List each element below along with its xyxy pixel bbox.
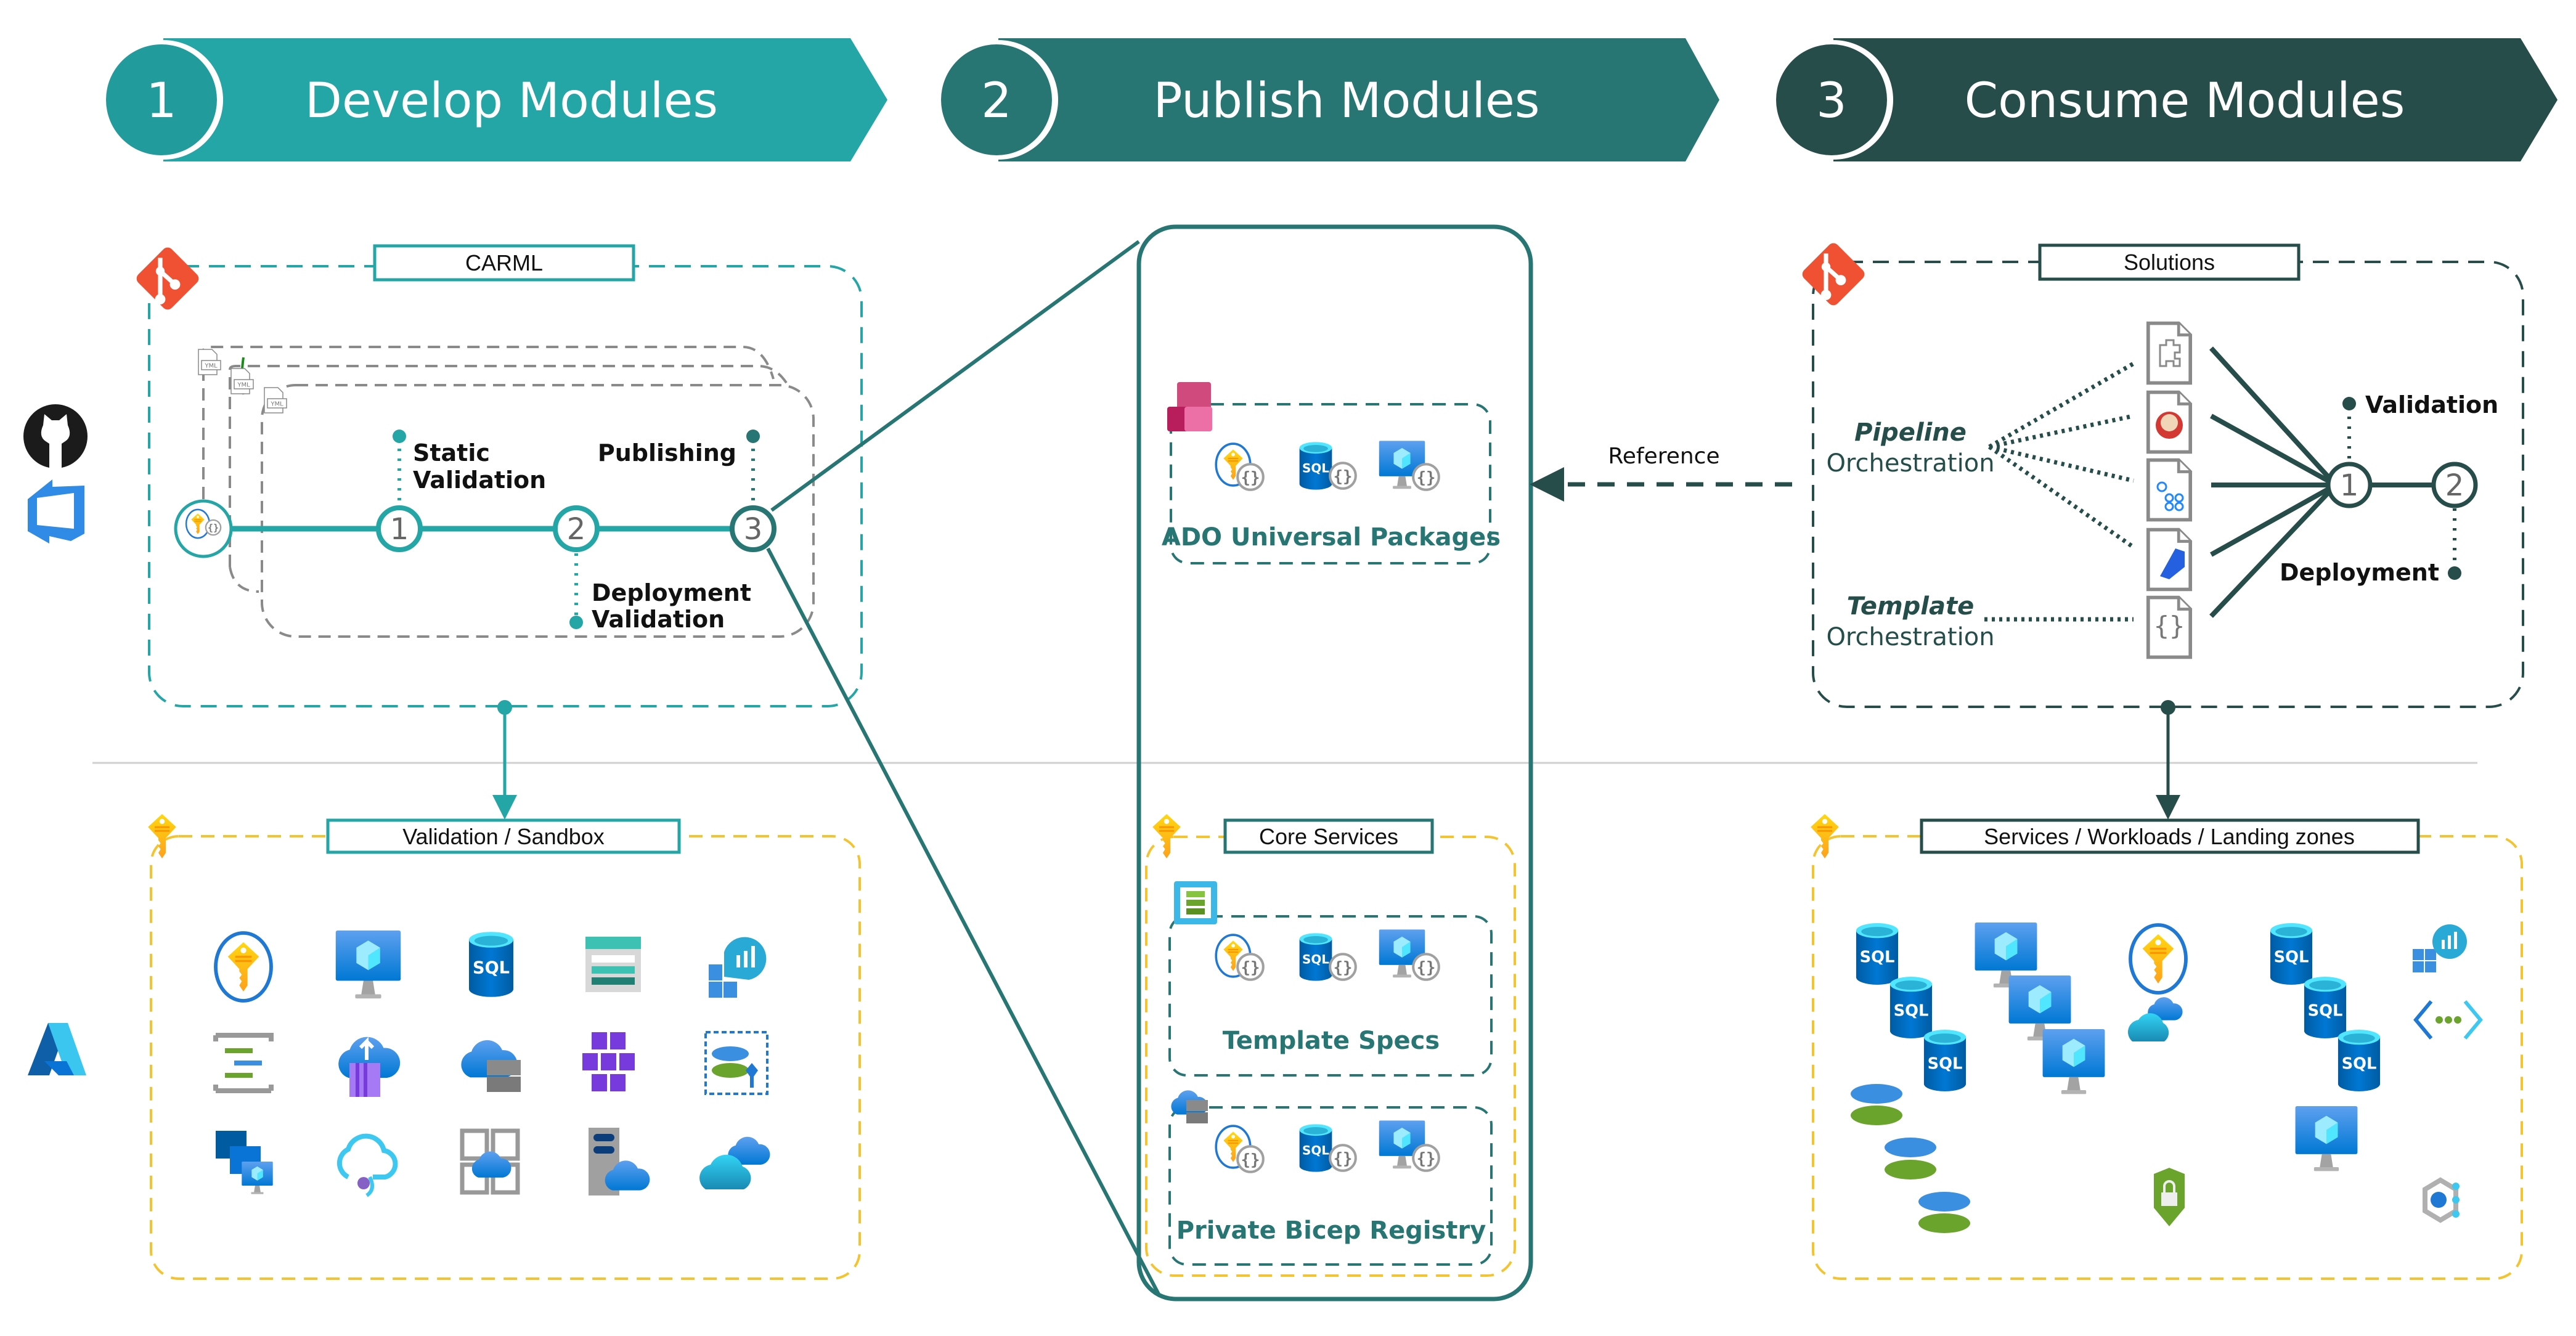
container-registry-icon xyxy=(1171,1090,1208,1123)
storage-account-icon xyxy=(585,937,641,992)
sql-database-group-1 xyxy=(1856,923,1967,1091)
event-hub-icon xyxy=(213,1033,274,1093)
sandbox-icon-grid xyxy=(203,924,820,1220)
bicep-registry-module-icons xyxy=(1216,1120,1440,1173)
vm-group xyxy=(1975,923,2105,1094)
pipeline-card-front xyxy=(261,384,815,638)
ado-module-icons xyxy=(1216,441,1440,491)
solution-to-validation-lines xyxy=(2209,346,2338,618)
sql-database-group-2 xyxy=(2270,923,2381,1091)
sandbox-title-box xyxy=(326,818,681,854)
banner-develop xyxy=(104,38,887,161)
yml-file-icon xyxy=(230,368,254,394)
disk-group xyxy=(1851,1084,1970,1233)
git-icon xyxy=(134,245,202,312)
core-services-title-box xyxy=(1223,818,1434,854)
key-vault-icon xyxy=(2130,925,2186,993)
container-instance-icon xyxy=(461,1040,521,1092)
log-analytics-icon xyxy=(709,937,767,998)
app-insights-icon xyxy=(2423,1177,2460,1223)
key-vault-icon xyxy=(206,927,280,1004)
yml-file-icon xyxy=(198,349,221,375)
cloud-sync-icon xyxy=(2127,997,2183,1041)
consume-step-1 xyxy=(2326,462,2373,508)
template-spec-icon xyxy=(1174,881,1217,924)
solutions-title-box xyxy=(2038,243,2301,281)
security-shield-icon xyxy=(2154,1168,2185,1226)
api-connection-icon xyxy=(336,1133,398,1197)
github-icon xyxy=(23,404,88,468)
virtual-machine-icon xyxy=(335,931,401,999)
azure-devops-icon xyxy=(28,479,84,544)
container-registry-icon xyxy=(338,1037,401,1097)
kubernetes-icon xyxy=(582,1032,635,1091)
vm-scale-set-icon xyxy=(216,1131,273,1194)
svg-text:{}: {} xyxy=(2154,611,2185,641)
workloads-title-box xyxy=(1920,818,2420,854)
app-service-plan-icon xyxy=(460,1128,520,1195)
publish-connector-bottom xyxy=(766,547,1160,1295)
carml-title-box xyxy=(373,244,635,282)
banner-publish xyxy=(939,38,1719,161)
azure-icon xyxy=(28,1023,86,1075)
git-icon xyxy=(1800,241,1867,308)
sql-database-icon xyxy=(469,932,513,997)
log-analytics-icon xyxy=(2413,924,2467,972)
pipeline-orchestration-connectors xyxy=(1987,361,2135,549)
publish-connector-top xyxy=(770,240,1140,512)
cloud-sync-icon xyxy=(699,1136,770,1189)
hybrid-server-icon xyxy=(589,1128,650,1195)
pipeline-step-2 xyxy=(553,505,600,552)
ado-artifacts-icon xyxy=(1167,382,1212,431)
template-specs-module-icons xyxy=(1216,929,1440,981)
banner-consume xyxy=(1774,38,2558,161)
virtual-machine-icon xyxy=(2295,1106,2358,1171)
puzzle-file-icon xyxy=(2148,324,2190,383)
consume-step-2 xyxy=(2431,462,2478,508)
pipeline-step-1 xyxy=(376,505,423,552)
disk-encryption-icon xyxy=(704,1031,768,1095)
pipeline-step-3 xyxy=(730,505,776,552)
virtual-network-icon xyxy=(2413,1000,2483,1040)
